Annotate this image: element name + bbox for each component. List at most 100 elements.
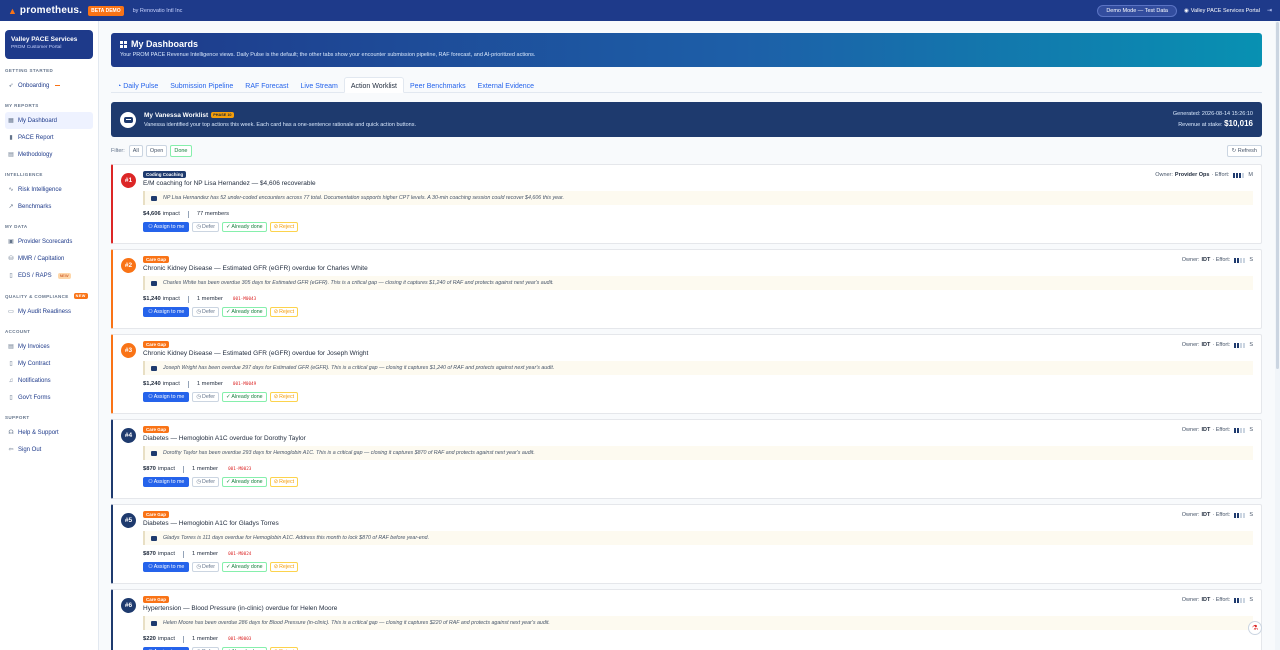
impact-label: impact [157,636,175,642]
owner-name: Provider Ops [1174,172,1210,178]
sidebar-item-methodology[interactable]: ▤ Methodology [5,146,93,163]
brand[interactable]: ▲ prometheus. BETA DEMO by Renovatio Int… [8,5,182,16]
sidebar-item-sign-out[interactable]: ⇦ Sign Out [5,441,93,458]
rationale: NP Lisa Hernandez has 52 under-coded enc… [143,191,1253,205]
sidebar-item-contract[interactable]: ▯ My Contract [5,355,93,372]
already-done-button[interactable]: ✓Already done [221,222,267,232]
sidebar-item-my-dashboard[interactable]: ▦ My Dashboard [5,112,93,129]
sidebar-item-invoices[interactable]: ▤ My Invoices [5,338,93,355]
tab-peer-benchmarks[interactable]: Peer Benchmarks [404,77,472,93]
sidebar-item-provider-scorecards[interactable]: ▣ Provider Scorecards [5,233,93,250]
card-title: Diabetes — Hemoglobin A1C for Gladys Tor… [143,520,279,527]
already-done-button[interactable]: ✓Already done [221,307,267,317]
defer-button[interactable]: ◷Defer [192,222,219,232]
rationale-text: Helen Moore has been overdue 286 days fo… [163,620,550,626]
reject-button[interactable]: ⊘Reject [269,477,299,487]
divider [182,635,184,643]
sidebar-item-onboarding[interactable]: ➶ Onboarding [5,77,93,94]
tab-submission-pipeline[interactable]: Submission Pipeline [164,77,239,93]
reject-button[interactable]: ⊘Reject [269,307,299,317]
demo-mode-pill[interactable]: Demo Mode — Test Data [1097,4,1177,17]
assign-to-me-button[interactable]: ⚇Assign to me [143,392,190,402]
sidebar-item-benchmarks[interactable]: ↗ Benchmarks [5,198,93,215]
owner-name: IDT [1201,512,1211,518]
already-done-button[interactable]: ✓Already done [221,562,267,572]
defer-button[interactable]: ◷Defer [192,307,219,317]
assign-to-me-button[interactable]: ⚇Assign to me [143,307,190,317]
section-label: QUALITY & COMPLIANCE [5,293,69,299]
sidebar-item-risk-intelligence[interactable]: ∿ Risk Intelligence [5,181,93,198]
member-count: 1 member [196,296,223,302]
dashboard-header: My Dashboards Your PROM PACE Revenue Int… [111,33,1262,67]
tab-live-stream[interactable]: Live Stream [294,77,343,93]
reject-button[interactable]: ⊘Reject [269,222,299,232]
divider [187,210,189,218]
category-badge: Care Gap [143,511,170,518]
sidebar-item-eds-raps[interactable]: ▯ EDS / RAPS NEW [5,267,93,284]
assign-to-me-button[interactable]: ⚇Assign to me [143,562,190,572]
scrollbar-thumb[interactable] [1276,22,1279,369]
card-actions: ⚇Assign to me◷Defer✓Already done⊘Reject [143,392,1253,402]
pulse-icon: ∿ [8,186,14,193]
reject-button[interactable]: ⊘Reject [269,562,299,572]
exit-icon[interactable]: ⇥ [1267,7,1272,14]
sidebar-item-mmr-capitation[interactable]: ⛁ MMR / Capitation [5,250,93,267]
tab-external-evidence[interactable]: External Evidence [472,77,540,93]
assign-to-me-button[interactable]: ⚇Assign to me [143,477,190,487]
impact-value: $870 [143,466,156,472]
clock-icon: ◷ [196,564,201,570]
rationale-text: Charles White has been overdue 305 days … [163,280,554,286]
filter-open-button[interactable]: Open [145,144,168,157]
sidebar-item-label: Risk Intelligence [18,186,62,193]
member-count: 1 member [196,381,223,387]
robot-icon [120,111,136,128]
filter-all-button[interactable]: All [128,144,143,157]
category-badge: Coding Coaching [143,171,187,178]
member-count: 1 member [191,551,219,557]
defer-button[interactable]: ◷Defer [192,562,219,572]
defer-button[interactable]: ◷Defer [192,477,219,487]
card-title: Hypertension — Blood Pressure (in-clinic… [143,605,338,612]
portal-link[interactable]: ◉ Valley PACE Services Portal [1184,8,1260,14]
sidebar-item-label: Sign Out [18,446,42,453]
sidebar-item-help[interactable]: ☊ Help & Support [5,424,93,441]
owner-effort: Owner: IDT · Effort: S [1181,342,1253,348]
owner-effort: Owner: IDT · Effort: S [1181,427,1253,433]
trend-icon: ↗ [8,203,14,210]
defer-button[interactable]: ◷Defer [192,392,219,402]
divider [182,465,184,473]
reject-button[interactable]: ⊘Reject [269,392,299,402]
page-title: My Dashboards [131,39,199,49]
pdf-export-icon[interactable]: ⚗ [1248,621,1262,635]
member-count: 1 member [191,466,219,472]
rank-badge: #4 [121,428,136,443]
sidebar-item-audit-readiness[interactable]: ▭ My Audit Readiness [5,303,93,320]
card-actions: ⚇Assign to me◷Defer✓Already done⊘Reject [143,477,1253,487]
assign-to-me-button[interactable]: ⚇Assign to me [143,222,190,232]
rationale-text: NP Lisa Hernandez has 52 under-coded enc… [163,195,565,201]
card-actions: ⚇Assign to me◷Defer✓Already done⊘Reject [143,562,1253,572]
org-card[interactable]: Valley PACE Services PROM Customer Porta… [5,30,93,59]
refresh-button[interactable]: ↻ Refresh [1226,144,1262,157]
owner-name: IDT [1201,597,1211,603]
sidebar-item-gov-forms[interactable]: ▯ Gov't Forms [5,389,93,406]
effort-bar [1243,597,1246,603]
sidebar: Valley PACE Services PROM Customer Porta… [0,21,99,650]
tab-action-worklist[interactable]: Action Worklist [343,77,405,93]
tab-raf-forecast[interactable]: RAF Forecast [239,77,294,93]
effort-bar [1237,597,1240,603]
tab-daily-pulse[interactable]: ◔ Daily Pulse [111,77,164,93]
sidebar-item-pace-report[interactable]: ▮ PACE Report [5,129,93,146]
new-badge: NEW [73,293,88,299]
org-subtitle: PROM Customer Portal [11,45,62,50]
sidebar-item-notifications[interactable]: ♫ Notifications [5,372,93,389]
clock-icon: ◷ [196,224,201,230]
filter-done-button[interactable]: Done [170,144,192,157]
already-done-button[interactable]: ✓Already done [221,477,267,487]
check-icon: ✓ [225,224,231,230]
contract-icon: ▯ [9,360,13,367]
action-card: #3 Care Gap Chronic Kidney Disease — Estim… [111,334,1262,414]
already-done-button[interactable]: ✓Already done [221,392,267,402]
effort-bar [1243,257,1246,263]
clock-icon: ◷ [196,479,201,485]
